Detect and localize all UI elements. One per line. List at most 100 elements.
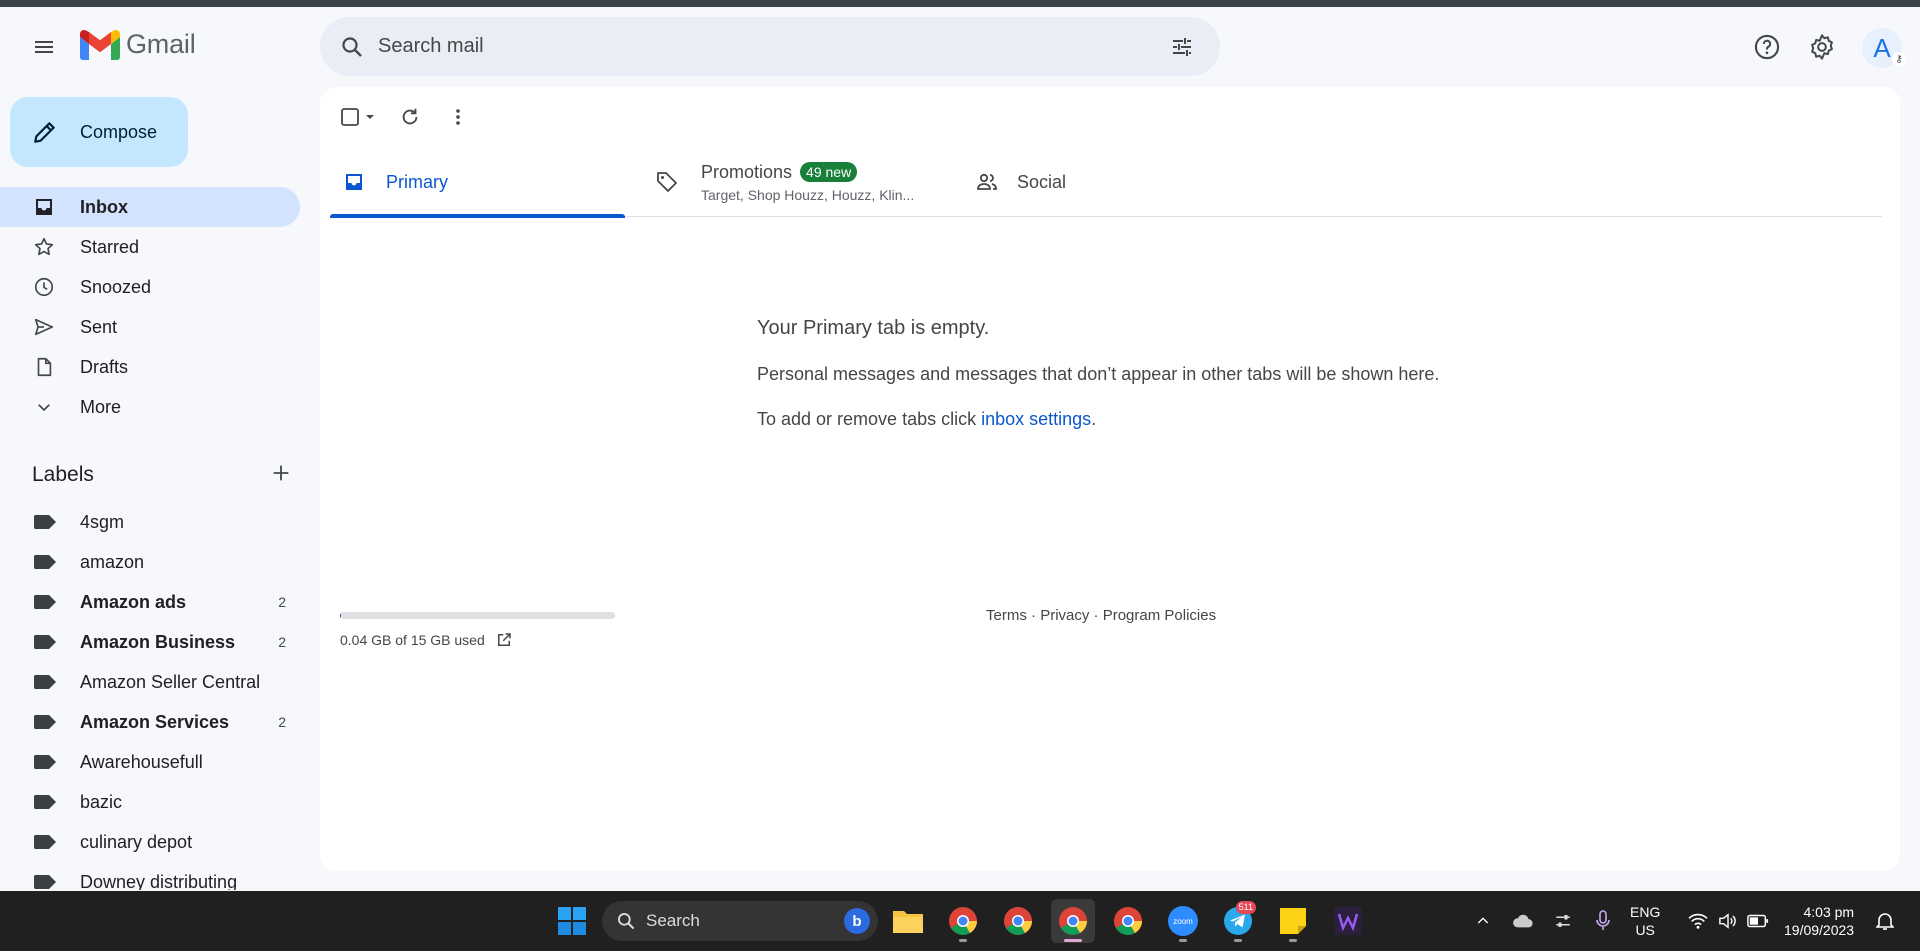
nav-item-label: More	[80, 396, 122, 417]
app-running-indicator	[959, 939, 967, 942]
label-tag-icon	[34, 875, 56, 889]
battery-icon[interactable]	[1743, 891, 1773, 951]
nav-item-starred[interactable]: Starred	[0, 227, 300, 267]
label-name: bazic	[80, 791, 123, 812]
chevron-up-icon[interactable]	[1468, 891, 1498, 951]
app-running-indicator	[1179, 939, 1187, 942]
sliders-icon[interactable]	[1548, 891, 1578, 951]
chrome-active-icon[interactable]	[1051, 899, 1095, 943]
compose-button[interactable]: Compose	[10, 97, 188, 167]
label-name: Downey distributing	[80, 871, 238, 891]
empty-hint: To add or remove tabs click inbox settin…	[757, 409, 1439, 430]
label-tag-icon	[34, 515, 56, 529]
search-options-icon[interactable]	[1162, 27, 1202, 67]
label-list: 4sgm amazon Amazon ads 2 Amazon Business…	[0, 502, 300, 890]
region-code: US	[1635, 922, 1655, 938]
app-w-icon[interactable]	[1326, 899, 1370, 943]
clock-date: 19/09/2023	[1784, 922, 1855, 938]
label-item[interactable]: Amazon Seller Central	[0, 662, 300, 702]
nav-item-label: Drafts	[80, 356, 129, 377]
main-menu-button[interactable]	[24, 27, 64, 67]
nav-item-label: Sent	[80, 316, 118, 337]
settings-gear-icon[interactable]	[1802, 27, 1842, 67]
label-item[interactable]: Amazon ads 2	[0, 582, 300, 622]
label-name: amazon	[80, 551, 145, 572]
refresh-icon[interactable]	[386, 97, 434, 137]
labels-header: Labels	[32, 457, 292, 493]
add-label-plus-icon[interactable]	[270, 462, 292, 489]
app-running-indicator	[1289, 939, 1297, 942]
label-tag-icon	[34, 635, 56, 649]
nav-item-label: Inbox	[80, 196, 128, 217]
footer-separator: ·	[1026, 607, 1041, 624]
privacy-link[interactable]: Privacy	[1040, 607, 1089, 624]
microphone-icon[interactable]	[1588, 891, 1618, 951]
select-all-checkbox[interactable]	[334, 97, 382, 137]
chrome-icon[interactable]	[996, 899, 1040, 943]
empty-hint-suffix: .	[1091, 409, 1097, 429]
open-in-new-icon[interactable]	[495, 631, 513, 649]
wifi-icon[interactable]	[1683, 891, 1713, 951]
account-avatar[interactable]: A ⚷	[1862, 28, 1906, 68]
nav-item-inbox[interactable]: Inbox	[0, 187, 300, 227]
label-tag-icon	[34, 715, 56, 729]
help-icon[interactable]	[1747, 27, 1787, 67]
notification-bell-icon[interactable]	[1870, 891, 1900, 951]
label-item[interactable]: culinary depot	[0, 822, 300, 862]
main-panel: Primary Promotions 49 new Target, Shop H…	[320, 87, 1900, 871]
sticky-notes-icon[interactable]	[1271, 899, 1315, 943]
file-explorer-icon[interactable]	[886, 899, 930, 943]
search-icon	[616, 911, 636, 931]
label-count: 2	[278, 594, 286, 610]
footer-separator: ·	[1089, 607, 1103, 624]
label-item[interactable]: amazon	[0, 542, 300, 582]
tab-primary[interactable]: Primary	[330, 147, 625, 218]
program-policies-link[interactable]: Program Policies	[1103, 607, 1216, 624]
nav-item-sent[interactable]: Sent	[0, 307, 300, 347]
label-tag-icon	[34, 555, 56, 569]
label-item[interactable]: Downey distributing	[0, 862, 300, 890]
storage-text: 0.04 GB of 15 GB used	[340, 632, 485, 648]
hamburger-icon	[35, 41, 53, 53]
label-name: Amazon Business	[80, 631, 236, 652]
bing-icon[interactable]: b	[844, 908, 870, 934]
browser-top-strip	[0, 0, 1920, 7]
people-icon	[975, 170, 999, 194]
terms-link[interactable]: Terms	[986, 607, 1027, 624]
search-input[interactable]: Search mail	[378, 35, 1162, 58]
tag-icon	[655, 170, 679, 194]
tab-promotions[interactable]: Promotions 49 new Target, Shop Houzz, Ho…	[655, 147, 955, 217]
windows-start-icon[interactable]	[550, 899, 594, 943]
inbox-settings-link[interactable]: inbox settings	[981, 409, 1091, 429]
label-item[interactable]: bazic	[0, 782, 300, 822]
taskbar-clock[interactable]: 4:03 pm 19/09/2023	[1784, 903, 1854, 939]
label-name: Amazon Services	[80, 711, 230, 732]
search-icon[interactable]	[336, 31, 368, 63]
nav-item-more[interactable]: More	[0, 387, 300, 427]
label-tag-icon	[34, 755, 56, 769]
taskbar-search[interactable]: Search b	[602, 901, 878, 941]
draft-icon	[32, 355, 56, 379]
volume-icon[interactable]	[1713, 891, 1743, 951]
label-item[interactable]: Amazon Services 2	[0, 702, 300, 742]
label-item[interactable]: Awarehousefull	[0, 742, 300, 782]
empty-hint-prefix: To add or remove tabs click	[757, 409, 982, 429]
telegram-icon[interactable]: 511	[1216, 899, 1260, 943]
label-item[interactable]: 4sgm	[0, 502, 300, 542]
chrome-icon[interactable]	[1106, 899, 1150, 943]
nav-item-snoozed[interactable]: Snoozed	[0, 267, 300, 307]
chrome-icon[interactable]	[941, 899, 985, 943]
label-item[interactable]: Amazon Business 2	[0, 622, 300, 662]
language-indicator[interactable]: ENG US	[1630, 903, 1660, 939]
search-bar[interactable]: Search mail	[320, 17, 1220, 76]
nav-item-label: Starred	[80, 236, 140, 257]
send-icon	[32, 315, 56, 339]
toolbar	[334, 97, 482, 137]
onedrive-cloud-icon[interactable]	[1508, 891, 1538, 951]
chevron-down-icon	[32, 395, 56, 419]
zoom-icon[interactable]: zoom	[1161, 899, 1205, 943]
gmail-logo[interactable]: Gmail	[80, 29, 196, 60]
tab-social[interactable]: Social	[975, 147, 1275, 217]
more-vert-icon[interactable]	[434, 97, 482, 137]
nav-item-drafts[interactable]: Drafts	[0, 347, 300, 387]
